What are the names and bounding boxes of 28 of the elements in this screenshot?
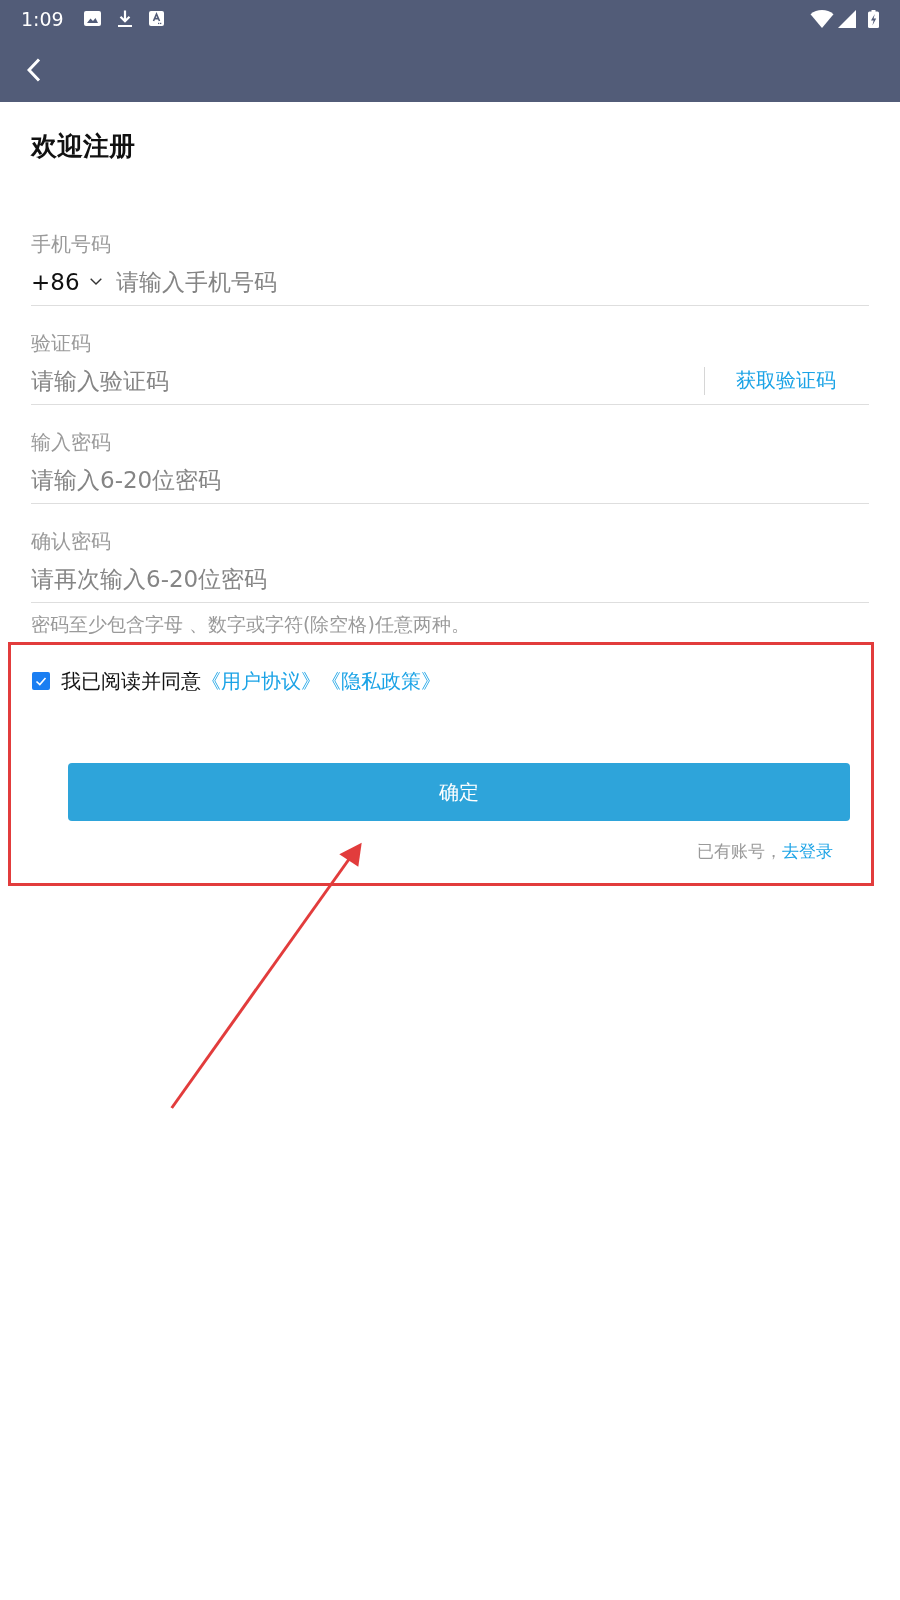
password-input[interactable]: 请再次输入6-20位密码 <box>31 558 869 599</box>
signal-icon <box>838 9 856 28</box>
phone-input[interactable]: 请输入手机号码 <box>115 261 869 302</box>
status-time: 1:09 <box>21 6 64 31</box>
back-icon[interactable] <box>27 57 41 82</box>
country-code-selector[interactable]: +86 <box>31 268 102 295</box>
agreement-link[interactable]: 《隐私政策》 <box>321 669 441 693</box>
password-hint: 密码至少包含字母 、数字或字符(除空格)任意两种。 <box>31 612 471 637</box>
field-label: 验证码 <box>31 330 92 357</box>
code-input[interactable]: 请输入验证码 <box>31 360 704 401</box>
agreement-link[interactable]: 《用户协议》 <box>201 669 321 693</box>
wifi-icon <box>810 9 834 28</box>
field-label: 确认密码 <box>31 528 112 555</box>
caret-icon <box>89 278 102 285</box>
agreement-text: 我已阅读并同意《用户协议》《隐私政策》 <box>61 668 441 695</box>
login-prompt: 已有账号，去登录 <box>697 840 833 863</box>
get-code-button[interactable]: 获取验证码 <box>736 367 836 394</box>
battery-charging-icon <box>868 9 879 28</box>
login-link[interactable]: 去登录 <box>782 841 833 861</box>
field-label: 手机号码 <box>31 231 112 258</box>
confirm-button[interactable]: 确定 <box>68 763 850 821</box>
download-icon <box>116 10 133 27</box>
image-icon <box>83 11 101 26</box>
notification-tile-icon <box>148 11 164 26</box>
password-input[interactable]: 请输入6-20位密码 <box>31 459 869 500</box>
agreement-checkbox[interactable] <box>32 672 50 690</box>
field-label: 输入密码 <box>31 429 112 456</box>
page-title: 欢迎注册 <box>31 130 136 163</box>
